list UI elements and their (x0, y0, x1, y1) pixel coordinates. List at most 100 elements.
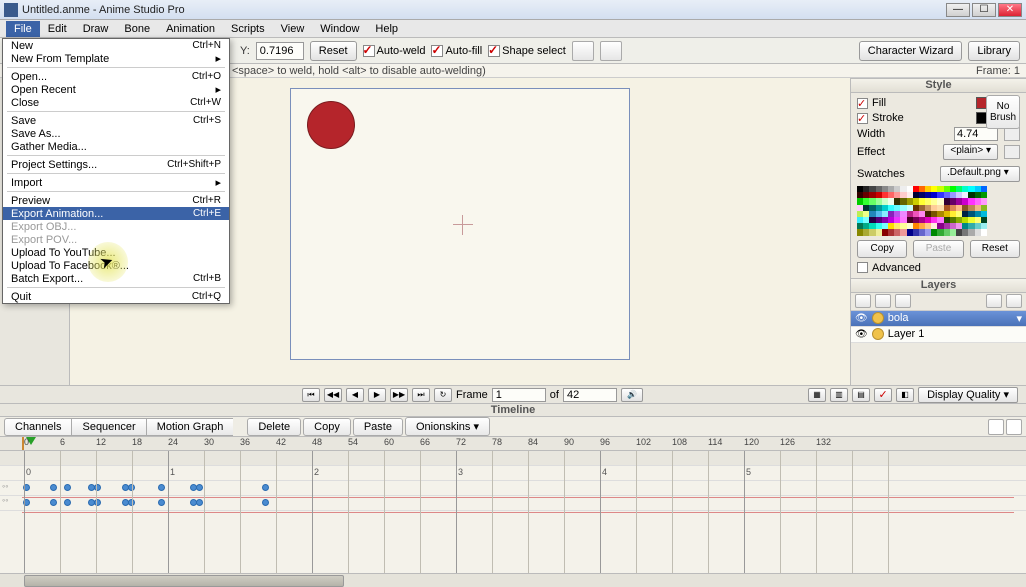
timeline-scrollbar[interactable] (0, 573, 1026, 587)
total-frames-input[interactable] (563, 388, 617, 402)
maximize-button[interactable]: ☐ (972, 3, 996, 17)
filemenu-item[interactable]: New From Template▸ (3, 52, 229, 65)
menu-file[interactable]: File (6, 21, 40, 37)
keyframe[interactable] (158, 484, 165, 491)
frame-input[interactable] (492, 388, 546, 402)
layer-row-bola[interactable]: 👁 bola ▾ (851, 311, 1026, 327)
stroke-checkbox[interactable] (857, 113, 868, 124)
track-1[interactable] (0, 481, 1026, 496)
timeline-ruler[interactable]: 0612182430364248546066727884909610210811… (0, 437, 1026, 451)
step-fwd-icon[interactable]: ▶▶ (390, 388, 408, 402)
tab-channels[interactable]: Channels (4, 418, 71, 436)
keyframe[interactable] (196, 484, 203, 491)
filemenu-item[interactable]: CloseCtrl+W (3, 96, 229, 109)
display-quality-dropdown[interactable]: Display Quality ▾ (918, 387, 1018, 403)
view-mode-1-icon[interactable]: ▦ (808, 388, 826, 402)
menu-bone[interactable]: Bone (116, 21, 158, 37)
shape-circle[interactable] (307, 101, 355, 149)
filemenu-item[interactable]: Upload To YouTube... (3, 246, 229, 259)
step-back-icon[interactable]: ◀◀ (324, 388, 342, 402)
keyframe[interactable] (50, 499, 57, 506)
tab-sequencer[interactable]: Sequencer (71, 418, 145, 436)
keyframe[interactable] (64, 484, 71, 491)
effect-clear-icon[interactable] (1004, 145, 1020, 159)
canvas[interactable] (290, 88, 630, 360)
filemenu-item[interactable]: PreviewCtrl+R (3, 194, 229, 207)
style-paste-button[interactable]: Paste (913, 240, 963, 258)
filemenu-item[interactable]: Open...Ctrl+O (3, 70, 229, 83)
tl-onionskins-dropdown[interactable]: Onionskins ▾ (405, 417, 490, 436)
loop-icon[interactable]: ↻ (434, 388, 452, 402)
close-button[interactable]: ✕ (998, 3, 1022, 17)
menu-view[interactable]: View (273, 21, 313, 37)
filemenu-item[interactable]: Project Settings...Ctrl+Shift+P (3, 158, 229, 171)
keyframe[interactable] (262, 484, 269, 491)
audio-icon[interactable]: 🔊 (621, 388, 643, 402)
tl-paste-button[interactable]: Paste (353, 418, 403, 436)
minimize-button[interactable]: — (946, 3, 970, 17)
library-button[interactable]: Library (968, 41, 1020, 61)
no-brush-button[interactable]: No Brush (986, 95, 1020, 129)
menu-draw[interactable]: Draw (75, 21, 117, 37)
autoweld-checkbox[interactable]: Auto-weld (363, 45, 426, 57)
fill-checkbox[interactable] (857, 98, 868, 109)
character-wizard-button[interactable]: Character Wizard (859, 41, 963, 61)
layer-down-icon[interactable] (1006, 294, 1022, 308)
layer-dropdown-icon[interactable]: ▾ (1016, 312, 1022, 325)
zoom-out-icon[interactable] (988, 419, 1004, 435)
advanced-checkbox[interactable] (857, 262, 868, 273)
view-mode-3-icon[interactable]: ▤ (852, 388, 870, 402)
track-2[interactable] (0, 496, 1026, 511)
menu-help[interactable]: Help (367, 21, 406, 37)
filemenu-item[interactable]: QuitCtrl+Q (3, 290, 229, 303)
filemenu-item[interactable]: SaveCtrl+S (3, 114, 229, 127)
filemenu-item[interactable]: Open Recent▸ (3, 83, 229, 96)
tl-delete-button[interactable]: Delete (247, 418, 301, 436)
view-mode-4-icon[interactable]: ◧ (896, 388, 914, 402)
reset-button[interactable]: Reset (310, 41, 357, 61)
keyframe[interactable] (64, 499, 71, 506)
timeline-tracks[interactable]: ◦◦ ◦◦ 012345 (0, 451, 1026, 573)
view-check-icon[interactable]: ✓ (874, 388, 892, 402)
play-back-icon[interactable]: ◀ (346, 388, 364, 402)
keyframe[interactable] (196, 499, 203, 506)
tl-copy-button[interactable]: Copy (303, 418, 351, 436)
filemenu-item[interactable]: Upload To Facebook®... (3, 259, 229, 272)
swatches-dropdown[interactable]: .Default.png ▾ (940, 166, 1020, 182)
swatches-grid[interactable] (857, 186, 1020, 236)
play-icon[interactable]: ▶ (368, 388, 386, 402)
filemenu-item[interactable]: Import▸ (3, 176, 229, 189)
tool-icon-2[interactable] (600, 41, 622, 61)
filemenu-item[interactable]: Gather Media... (3, 140, 229, 153)
goto-end-icon[interactable]: ⏭ (412, 388, 430, 402)
menu-window[interactable]: Window (312, 21, 367, 37)
effect-dropdown[interactable]: <plain> ▾ (943, 144, 998, 160)
keyframe[interactable] (50, 484, 57, 491)
style-copy-button[interactable]: Copy (857, 240, 907, 258)
y-input[interactable] (256, 42, 304, 60)
width-input[interactable] (954, 127, 998, 141)
filemenu-item[interactable]: Export Animation...Ctrl+E (3, 207, 229, 220)
keyframe[interactable] (262, 499, 269, 506)
menu-animation[interactable]: Animation (158, 21, 223, 37)
zoom-in-icon[interactable] (1006, 419, 1022, 435)
filemenu-item[interactable]: Batch Export...Ctrl+B (3, 272, 229, 285)
shapeselect-checkbox[interactable]: Shape select (488, 45, 566, 57)
tab-motiongraph[interactable]: Motion Graph (146, 418, 234, 436)
keyframe[interactable] (158, 499, 165, 506)
width-stepper-icon[interactable] (1004, 127, 1020, 141)
tool-icon-1[interactable] (572, 41, 594, 61)
style-reset-button[interactable]: Reset (970, 240, 1020, 258)
filemenu-item[interactable]: NewCtrl+N (3, 39, 229, 52)
autofill-checkbox[interactable]: Auto-fill (431, 45, 482, 57)
layer-up-icon[interactable] (986, 294, 1002, 308)
layer-row-layer1[interactable]: 👁 Layer 1 (851, 327, 1026, 343)
view-mode-2-icon[interactable]: ▥ (830, 388, 848, 402)
layer-dup-icon[interactable] (875, 294, 891, 308)
visibility-icon[interactable]: 👁 (855, 329, 868, 340)
layer-new-icon[interactable] (855, 294, 871, 308)
visibility-icon[interactable]: 👁 (855, 313, 868, 324)
menu-edit[interactable]: Edit (40, 21, 75, 37)
filemenu-item[interactable]: Save As... (3, 127, 229, 140)
menu-scripts[interactable]: Scripts (223, 21, 273, 37)
